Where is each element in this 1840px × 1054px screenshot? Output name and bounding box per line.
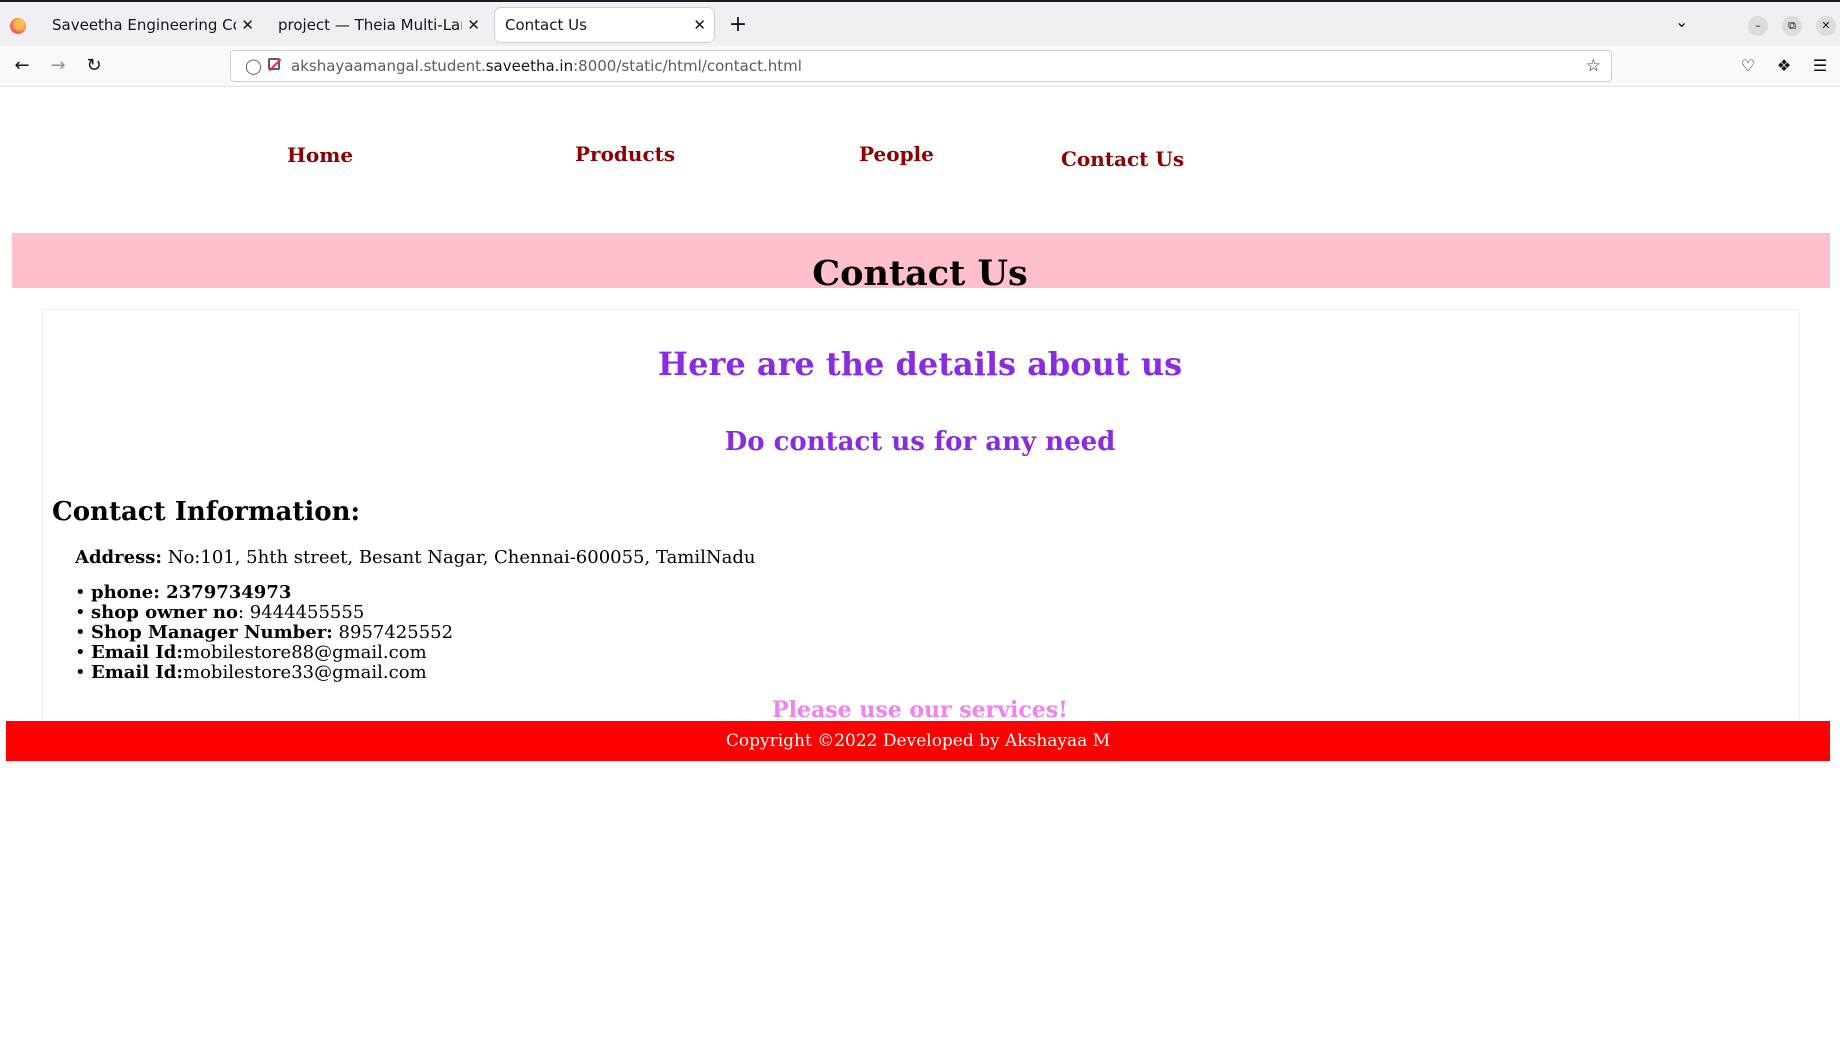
new-tab-plus-icon[interactable]: + [728,10,748,40]
web-page: Home Products People Contact Us Contact … [0,87,1840,1054]
extensions-icon[interactable]: ❖ [1773,55,1795,77]
tab-contact-us[interactable]: Contact Us ✕ [495,8,714,42]
details-heading: Here are the details about us [657,345,1183,383]
contact-info-title: Contact Information: [52,497,361,527]
address-label: Address: [75,547,162,568]
firefox-logo-icon [10,18,26,34]
address-value: No:101, 5hth street, Besant Nagar, Chenn… [162,547,756,568]
contact-label: shop owner no [91,602,238,623]
tab-label: Saveetha Engineering Colleg [52,16,236,34]
list-item: Shop Manager Number: 8957425552 [75,623,453,643]
contact-value: mobilestore33@gmail.com [183,662,427,683]
tab-label: project — Theia Multi-Langu [278,16,462,34]
close-icon[interactable]: ✕ [467,8,480,42]
window-close-icon[interactable]: ✕ [1816,16,1836,36]
close-icon[interactable]: ✕ [693,8,706,42]
tab-theia[interactable]: project — Theia Multi-Langu ✕ [268,8,488,42]
tab-label: Contact Us [505,16,587,34]
url-domain: saveetha.in [485,57,574,75]
tab-saveetha[interactable]: Saveetha Engineering Colleg ✕ [42,8,262,42]
contact-value: mobilestore88@gmail.com [183,642,427,663]
address-line: Address: No:101, 5hth street, Besant Nag… [75,547,755,568]
contact-label: phone: 2379734973 [91,582,292,603]
restore-icon[interactable]: ⧉ [1782,16,1802,36]
contact-value: 8957425552 [332,622,454,643]
back-arrow-icon[interactable]: ← [10,54,34,78]
nav-contact-link[interactable]: Contact Us [1061,147,1184,171]
list-item: shop owner no: 9444455555 [75,603,453,623]
closing-message: Please use our services! [772,697,1068,723]
contact-label: Email Id: [91,662,184,683]
page-title: Contact Us [812,253,1028,294]
url-prefix: akshayaamangal.student. [291,57,486,75]
address-bar[interactable]: ◯ akshayaamangal.student.saveetha.in:800… [230,50,1612,82]
contact-label: Email Id: [91,642,184,663]
insecure-lock-icon[interactable] [268,58,280,70]
browser-toolbar: ← → ↻ ◯ akshayaamangal.student.saveetha.… [0,46,1840,87]
browser-tab-strip: Saveetha Engineering Colleg ✕ project — … [0,0,1840,46]
list-item: Email Id:mobilestore88@gmail.com [75,643,453,663]
contact-subheading: Do contact us for any need [724,427,1116,457]
nav-people-link[interactable]: People [859,142,934,166]
nav-products-link[interactable]: Products [575,142,675,166]
page-footer: Copyright ©2022 Developed by Akshayaa M [6,721,1830,761]
pocket-icon[interactable]: ♡ [1737,55,1759,77]
reload-icon[interactable]: ↻ [82,54,106,78]
shield-icon[interactable]: ◯ [245,57,262,75]
contact-value: : 9444455555 [237,602,365,623]
close-icon[interactable]: ✕ [241,8,254,42]
contact-list: phone: 2379734973 shop owner no: 9444455… [75,583,453,683]
chevron-down-icon[interactable]: ⌄ [1675,12,1688,31]
list-item: phone: 2379734973 [75,583,453,603]
url-suffix: :8000/static/html/contact.html [573,57,802,75]
hamburger-menu-icon[interactable]: ☰ [1809,55,1831,77]
nav-home-link[interactable]: Home [287,143,353,167]
url-text[interactable]: akshayaamangal.student.saveetha.in:8000/… [291,51,802,81]
minimize-icon[interactable]: – [1748,16,1768,36]
contact-label: Shop Manager Number: [91,622,333,643]
forward-arrow-icon[interactable]: → [46,54,70,78]
bookmark-star-icon[interactable]: ☆ [1586,56,1601,76]
list-item: Email Id:mobilestore33@gmail.com [75,663,453,683]
